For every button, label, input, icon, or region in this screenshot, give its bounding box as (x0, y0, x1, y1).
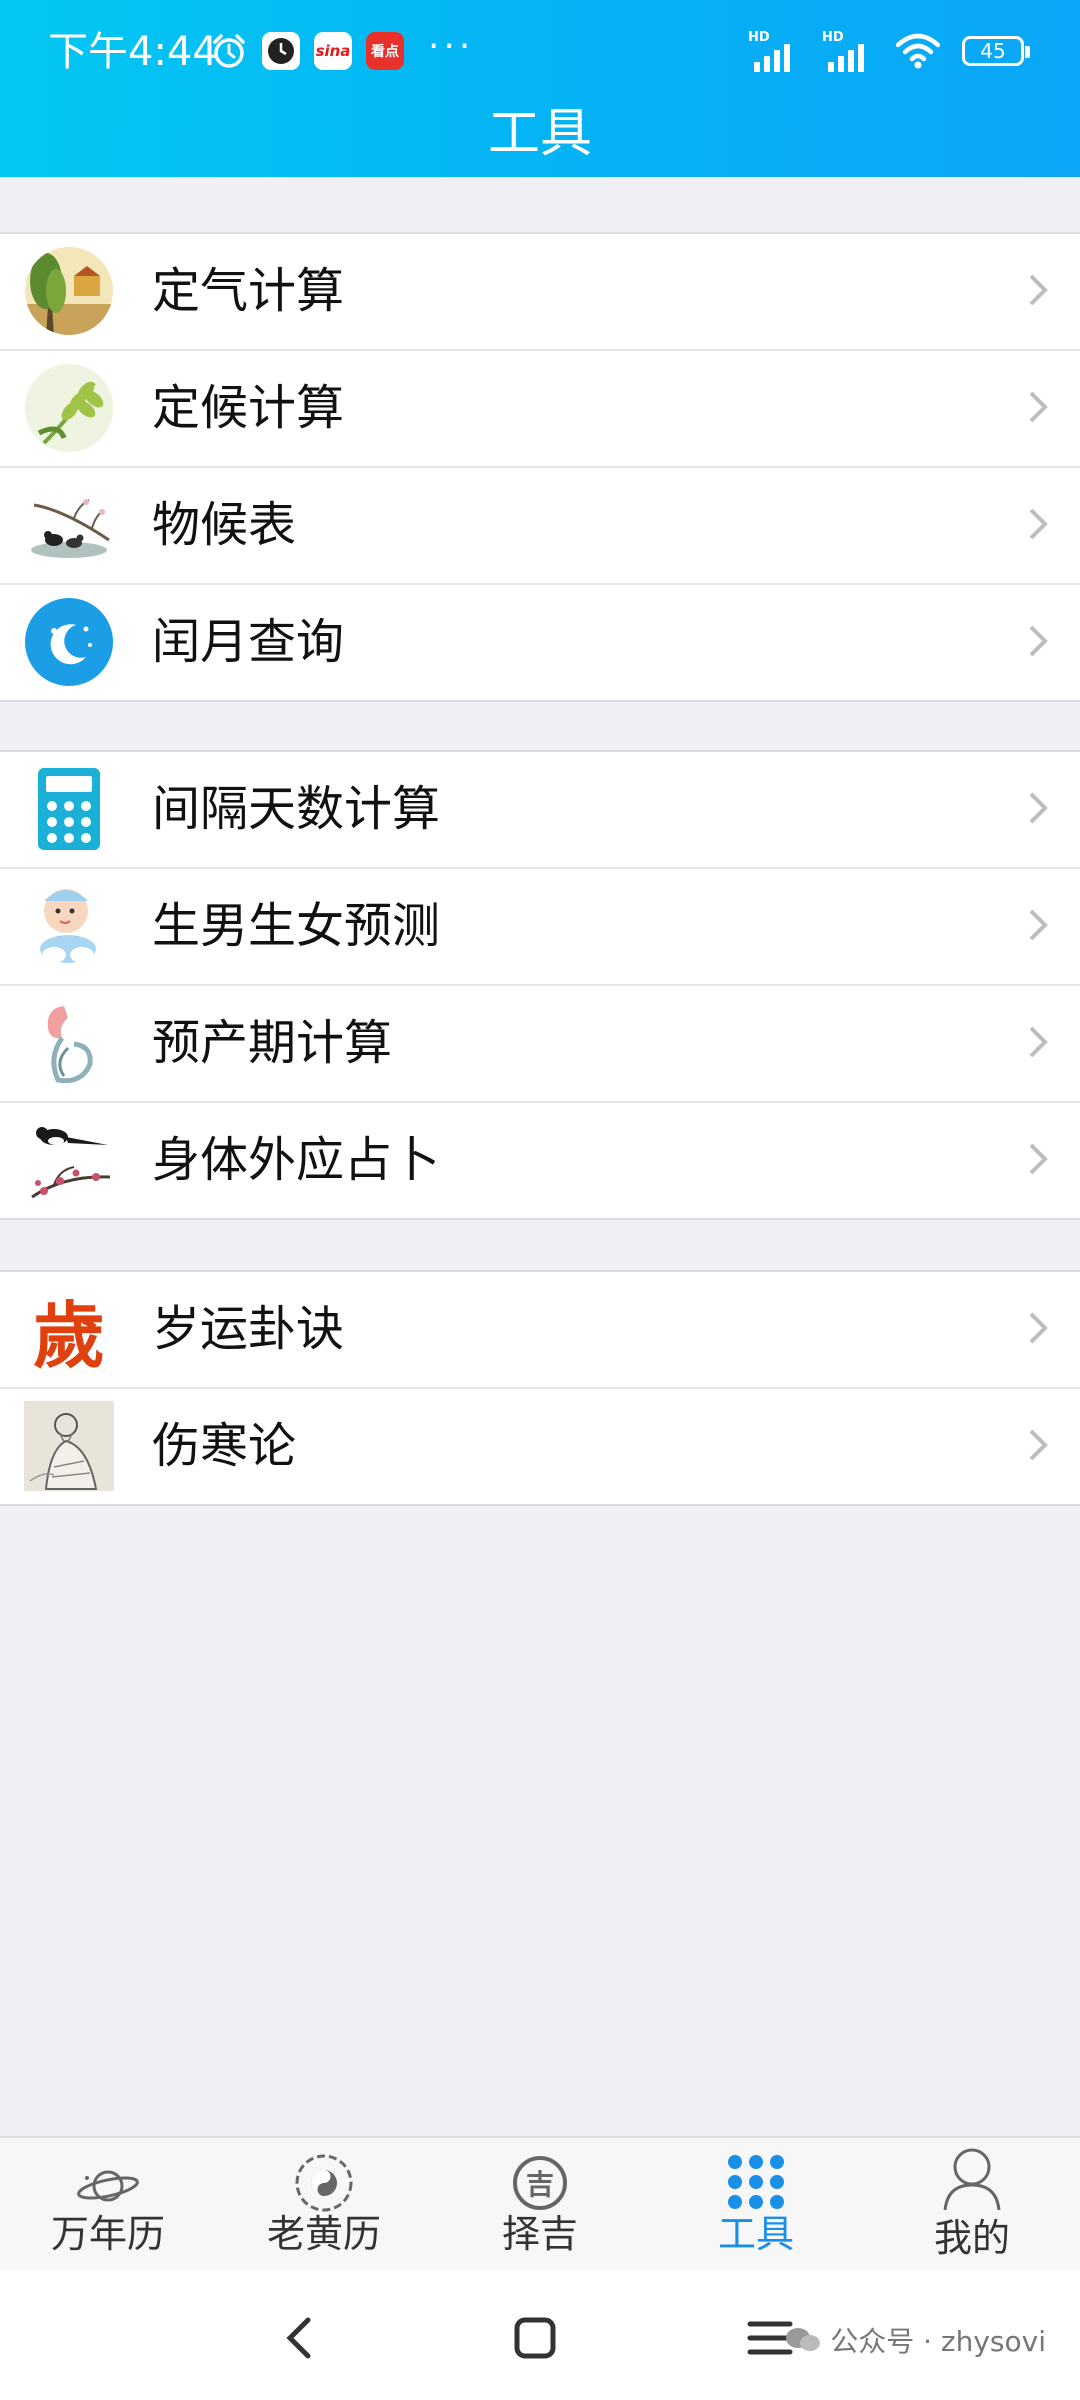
pregnant-icon (24, 998, 114, 1088)
magpie-plum-icon (24, 1115, 114, 1205)
wheat-icon (25, 364, 113, 452)
kandian-app-icon: 看点 (366, 32, 404, 70)
hd-label: HD (748, 30, 770, 45)
app-header: 下午4:44 sina 看点 ··· HD HD 45 工具 (0, 0, 1080, 177)
tool-label: 伤寒论 (152, 1418, 297, 1474)
planet-icon (77, 2170, 139, 2202)
tool-label: 定气计算 (152, 263, 345, 319)
chevron-right-icon (1029, 792, 1048, 824)
chevron-right-icon (1029, 391, 1048, 423)
tool-group-2: 间隔天数计算 生男生女预测 预产期计算 身体外应占卜 (0, 750, 1080, 1220)
status-bar: 下午4:44 sina 看点 ··· HD HD 45 (0, 0, 1080, 100)
tool-group-3: 歲 岁运卦诀 伤寒论 (0, 1270, 1080, 1506)
tool-row-runyue[interactable]: 闰月查询 (0, 585, 1080, 700)
dots-grid-icon (728, 2155, 784, 2209)
tool-row-due-date[interactable]: 预产期计算 (0, 986, 1080, 1103)
system-nav-bar: 公众号 · zhysovi (0, 2270, 1080, 2400)
tab-almanac[interactable]: 老黄历 (216, 2138, 432, 2272)
tool-label: 身体外应占卜 (152, 1132, 441, 1188)
watermark-text: 公众号 · zhysovi (830, 2325, 1046, 2358)
branch-birds-icon (24, 480, 114, 570)
status-time: 下午4:44 (48, 29, 218, 75)
chevron-right-icon (1029, 1143, 1048, 1175)
clock-app-icon (262, 32, 300, 70)
status-notification-icons: sina 看点 ··· (210, 26, 474, 70)
tool-label: 定候计算 (152, 380, 345, 436)
watermark: 公众号 · zhysovi (784, 2320, 1046, 2360)
chevron-right-icon (1029, 508, 1048, 540)
chevron-right-icon (1029, 909, 1048, 941)
tool-label: 预产期计算 (152, 1015, 393, 1071)
tool-row-gender-predict[interactable]: 生男生女预测 (0, 869, 1080, 986)
tool-row-wuhou[interactable]: 物候表 (0, 468, 1080, 585)
wechat-icon (786, 2328, 821, 2351)
status-system-icons: HD HD 45 (748, 30, 1030, 72)
tool-label: 岁运卦诀 (152, 1301, 345, 1357)
ji-seal-text: 吉 (513, 2156, 567, 2210)
signal-icon: HD (748, 30, 800, 72)
hd-label-2: HD (822, 30, 844, 45)
tool-row-suiyun[interactable]: 歲 岁运卦诀 (0, 1272, 1080, 1389)
tool-row-body-divination[interactable]: 身体外应占卜 (0, 1103, 1080, 1218)
scholar-portrait-icon (24, 1401, 114, 1491)
tool-row-interval-days[interactable]: 间隔天数计算 (0, 752, 1080, 869)
more-notifications-icon: ··· (428, 25, 475, 67)
bottom-tab-bar: 万年历 老黄历 吉 择吉 工具 我的 (0, 2136, 1080, 2272)
tool-row-dinghou[interactable]: 定候计算 (0, 351, 1080, 468)
page-title: 工具 (487, 104, 592, 164)
chevron-right-icon (1029, 1026, 1048, 1058)
tool-row-dingqi[interactable]: 定气计算 (0, 234, 1080, 351)
wifi-icon (896, 33, 940, 69)
bagua-icon (295, 2154, 353, 2212)
baby-icon (24, 881, 114, 971)
ji-seal-icon: 吉 (505, 2152, 575, 2214)
chevron-right-icon (1029, 274, 1048, 306)
tab-label: 万年历 (50, 2212, 165, 2256)
tab-label: 我的 (933, 2216, 1010, 2260)
back-icon[interactable] (270, 2308, 330, 2368)
tool-label: 生男生女预测 (152, 898, 441, 954)
landscape-tree-icon (25, 247, 113, 335)
battery-icon: 45 (962, 36, 1030, 66)
tab-label: 老黄历 (266, 2212, 381, 2256)
tab-calendar[interactable]: 万年历 (0, 2138, 216, 2272)
home-icon[interactable] (505, 2308, 565, 2368)
tool-label: 间隔天数计算 (152, 781, 441, 837)
tab-tools[interactable]: 工具 (648, 2138, 864, 2272)
tab-zeji[interactable]: 吉 择吉 (432, 2138, 648, 2272)
tab-label: 择吉 (501, 2212, 578, 2256)
alarm-icon (213, 34, 245, 68)
calculator-icon (38, 768, 100, 850)
tool-label: 物候表 (152, 497, 297, 553)
chevron-right-icon (1029, 1312, 1048, 1344)
chevron-right-icon (1029, 625, 1048, 657)
chevron-right-icon (1029, 1429, 1048, 1461)
sui-character-icon: 歲 (32, 1292, 105, 1378)
tool-group-1: 定气计算 定候计算 物候表 闰月查询 (0, 232, 1080, 702)
tab-label: 工具 (717, 2212, 794, 2256)
tool-label: 闰月查询 (152, 614, 345, 670)
tool-row-shanghanlun[interactable]: 伤寒论 (0, 1389, 1080, 1504)
tab-mine[interactable]: 我的 (864, 2138, 1080, 2272)
moon-stars-icon (25, 598, 113, 686)
signal-icon-2: HD (822, 30, 874, 72)
sina-app-icon: sina (314, 32, 352, 70)
user-icon (943, 2148, 1001, 2210)
